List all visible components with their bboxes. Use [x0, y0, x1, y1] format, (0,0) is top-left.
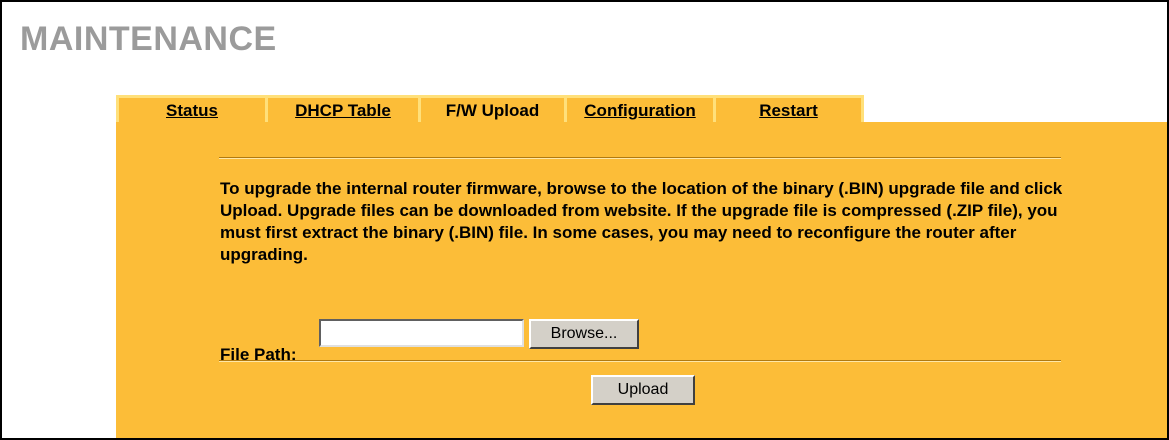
- page-frame: MAINTENANCE Status DHCP Table F/W Upload…: [0, 0, 1169, 440]
- top-divider: [219, 157, 1061, 159]
- upload-instructions: To upgrade the internal router firmware,…: [220, 179, 1063, 264]
- tab-configuration-label: Configuration: [584, 101, 696, 120]
- upload-button[interactable]: Upload: [591, 375, 695, 405]
- page-title: MAINTENANCE: [20, 20, 277, 58]
- tab-configuration[interactable]: Configuration: [567, 98, 716, 124]
- tab-restart-label: Restart: [759, 101, 818, 120]
- tab-status-label: Status: [166, 101, 218, 120]
- file-path-input[interactable]: [319, 319, 524, 347]
- tab-dhcp-table[interactable]: DHCP Table: [268, 98, 421, 124]
- tab-fw-upload-label: F/W Upload: [445, 101, 540, 120]
- fw-upload-panel: To upgrade the internal router firmware,…: [116, 122, 1167, 438]
- tab-restart[interactable]: Restart: [716, 98, 864, 124]
- browse-button[interactable]: Browse...: [529, 319, 639, 349]
- tab-status[interactable]: Status: [119, 98, 268, 124]
- bottom-divider: [219, 360, 1061, 362]
- tab-fw-upload[interactable]: F/W Upload: [421, 98, 567, 124]
- tab-dhcp-table-label: DHCP Table: [295, 101, 391, 120]
- file-path-label: File Path:: [220, 345, 297, 364]
